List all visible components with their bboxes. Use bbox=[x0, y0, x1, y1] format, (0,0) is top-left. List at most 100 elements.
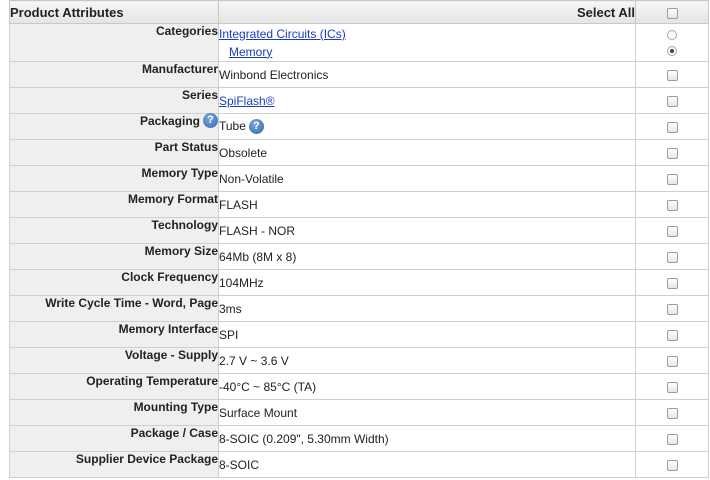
row-label-categories: Categories bbox=[9, 23, 219, 62]
select-checkbox-memory-type[interactable] bbox=[666, 173, 678, 185]
table-row-part-status: Part Status Obsolete bbox=[9, 139, 709, 166]
table-row-write-cycle-time-word-page: Write Cycle Time - Word, Page 3ms bbox=[9, 295, 709, 322]
select-checkbox-memory-size[interactable] bbox=[666, 251, 678, 263]
row-label-memory-size: Memory Size bbox=[9, 243, 219, 270]
row-value-part-status: Obsolete bbox=[218, 139, 636, 166]
table-row-memory-size: Memory Size 64Mb (8M x 8) bbox=[9, 243, 709, 270]
table-row-mounting-type: Mounting Type Surface Mount bbox=[9, 399, 709, 426]
row-value-package-case: 8-SOIC (0.209", 5.30mm Width) bbox=[218, 425, 636, 452]
select-checkbox-manufacturer[interactable] bbox=[666, 69, 678, 81]
row-value-supplier-device-package: 8-SOIC bbox=[218, 451, 636, 478]
row-value-memory-format: FLASH bbox=[218, 191, 636, 218]
table-row-operating-temperature: Operating Temperature -40°C ~ 85°C (TA) bbox=[9, 373, 709, 400]
select-all-cell[interactable] bbox=[635, 0, 709, 24]
select-checkbox-write-cycle-time-word-page[interactable] bbox=[666, 303, 678, 315]
row-label-text: Clock Frequency bbox=[121, 270, 218, 284]
categories-values: Integrated Circuits (ICs) Memory bbox=[218, 23, 636, 62]
row-label-technology: Technology bbox=[9, 217, 219, 244]
row-label-text: Memory Interface bbox=[118, 322, 218, 336]
row-label-text: Write Cycle Time - Word, Page bbox=[45, 296, 218, 310]
select-checkbox-clock-frequency[interactable] bbox=[666, 277, 678, 289]
row-value-memory-interface: SPI bbox=[218, 321, 636, 348]
row-label-text: Mounting Type bbox=[133, 400, 218, 414]
value-text: 104MHz bbox=[219, 275, 264, 290]
table-row-memory-format: Memory Format FLASH bbox=[9, 191, 709, 218]
row-label-text: Part Status bbox=[154, 140, 218, 154]
product-attributes-table: Product Attributes Select All Categories… bbox=[9, 0, 709, 478]
row-label-memory-interface: Memory Interface bbox=[9, 321, 219, 348]
value-link[interactable]: SpiFlash® bbox=[219, 94, 275, 108]
row-label-text: Manufacturer bbox=[141, 62, 218, 76]
value-text: FLASH - NOR bbox=[219, 223, 296, 238]
row-label-manufacturer: Manufacturer bbox=[9, 61, 219, 88]
row-label-voltage-supply: Voltage - Supply bbox=[9, 347, 219, 374]
row-value-voltage-supply: 2.7 V ~ 3.6 V bbox=[218, 347, 636, 374]
row-value-series: SpiFlash® bbox=[218, 87, 636, 114]
select-checkbox-part-status[interactable] bbox=[666, 147, 678, 159]
select-all-label: Select All bbox=[218, 0, 636, 24]
category-radio-integrated-circuits[interactable] bbox=[667, 29, 677, 40]
row-value-technology: FLASH - NOR bbox=[218, 217, 636, 244]
select-checkbox-memory-interface[interactable] bbox=[666, 329, 678, 341]
row-value-clock-frequency: 104MHz bbox=[218, 269, 636, 296]
value-text: 2.7 V ~ 3.6 V bbox=[219, 353, 289, 368]
value-text: 8-SOIC bbox=[219, 457, 260, 472]
select-checkbox-voltage-supply[interactable] bbox=[666, 355, 678, 367]
row-label-text: Memory Size bbox=[144, 244, 218, 258]
select-checkbox-packaging[interactable] bbox=[666, 121, 678, 133]
table-row-supplier-device-package: Supplier Device Package 8-SOIC bbox=[9, 451, 709, 478]
row-label-part-status: Part Status bbox=[9, 139, 219, 166]
select-checkbox-package-case[interactable] bbox=[666, 433, 678, 445]
value-text: Obsolete bbox=[219, 145, 268, 160]
value-text: Tube bbox=[219, 119, 246, 134]
row-label-text: Supplier Device Package bbox=[75, 452, 218, 466]
row-label-text: Memory Type bbox=[141, 166, 218, 180]
value-text: FLASH bbox=[219, 197, 258, 212]
select-checkbox-technology[interactable] bbox=[666, 225, 678, 237]
value-text: Winbond Electronics bbox=[219, 67, 329, 82]
help-icon[interactable]: ? bbox=[248, 118, 264, 134]
row-checkbox-cell bbox=[635, 373, 709, 400]
row-label-series: Series bbox=[9, 87, 219, 114]
table-row-memory-type: Memory Type Non-Volatile bbox=[9, 165, 709, 192]
select-checkbox-operating-temperature[interactable] bbox=[666, 381, 678, 393]
row-checkbox-cell bbox=[635, 217, 709, 244]
row-label-text: Operating Temperature bbox=[86, 374, 218, 388]
row-value-memory-size: 64Mb (8M x 8) bbox=[218, 243, 636, 270]
row-label-packaging: Packaging? bbox=[9, 113, 219, 140]
table-title: Product Attributes bbox=[9, 0, 219, 24]
category-radio-memory[interactable] bbox=[667, 45, 677, 56]
row-checkbox-cell bbox=[635, 269, 709, 296]
select-checkbox-mounting-type[interactable] bbox=[666, 407, 678, 419]
row-checkbox-cell bbox=[635, 113, 709, 140]
row-label-text: Package / Case bbox=[130, 426, 218, 440]
row-checkbox-cell bbox=[635, 347, 709, 374]
select-checkbox-supplier-device-package[interactable] bbox=[666, 459, 678, 471]
row-checkbox-cell bbox=[635, 61, 709, 88]
table-row-manufacturer: Manufacturer Winbond Electronics bbox=[9, 61, 709, 88]
value-text: SPI bbox=[219, 327, 239, 342]
row-label-mounting-type: Mounting Type bbox=[9, 399, 219, 426]
row-checkbox-cell bbox=[635, 295, 709, 322]
select-checkbox-series[interactable] bbox=[666, 95, 678, 107]
help-icon[interactable]: ? bbox=[203, 113, 218, 129]
row-value-write-cycle-time-word-page: 3ms bbox=[218, 295, 636, 322]
select-checkbox-memory-format[interactable] bbox=[666, 199, 678, 211]
row-value-packaging: Tube? bbox=[218, 113, 636, 140]
row-label-memory-type: Memory Type bbox=[9, 165, 219, 192]
value-text: 3ms bbox=[219, 301, 242, 316]
table-row-clock-frequency: Clock Frequency 104MHz bbox=[9, 269, 709, 296]
row-value-manufacturer: Winbond Electronics bbox=[218, 61, 636, 88]
select-all-checkbox[interactable] bbox=[666, 7, 678, 19]
product-attributes-panel: Product Attributes Select All Categories… bbox=[0, 0, 710, 480]
value-text: -40°C ~ 85°C (TA) bbox=[219, 379, 317, 394]
table-row-voltage-supply: Voltage - Supply 2.7 V ~ 3.6 V bbox=[9, 347, 709, 374]
category-link-memory[interactable]: Memory bbox=[229, 45, 272, 59]
row-value-memory-type: Non-Volatile bbox=[218, 165, 636, 192]
row-label-memory-format: Memory Format bbox=[9, 191, 219, 218]
table-row-technology: Technology FLASH - NOR bbox=[9, 217, 709, 244]
row-checkbox-cell bbox=[635, 243, 709, 270]
category-link-integrated-circuits[interactable]: Integrated Circuits (ICs) bbox=[219, 27, 346, 41]
row-value-operating-temperature: -40°C ~ 85°C (TA) bbox=[218, 373, 636, 400]
row-value-mounting-type: Surface Mount bbox=[218, 399, 636, 426]
